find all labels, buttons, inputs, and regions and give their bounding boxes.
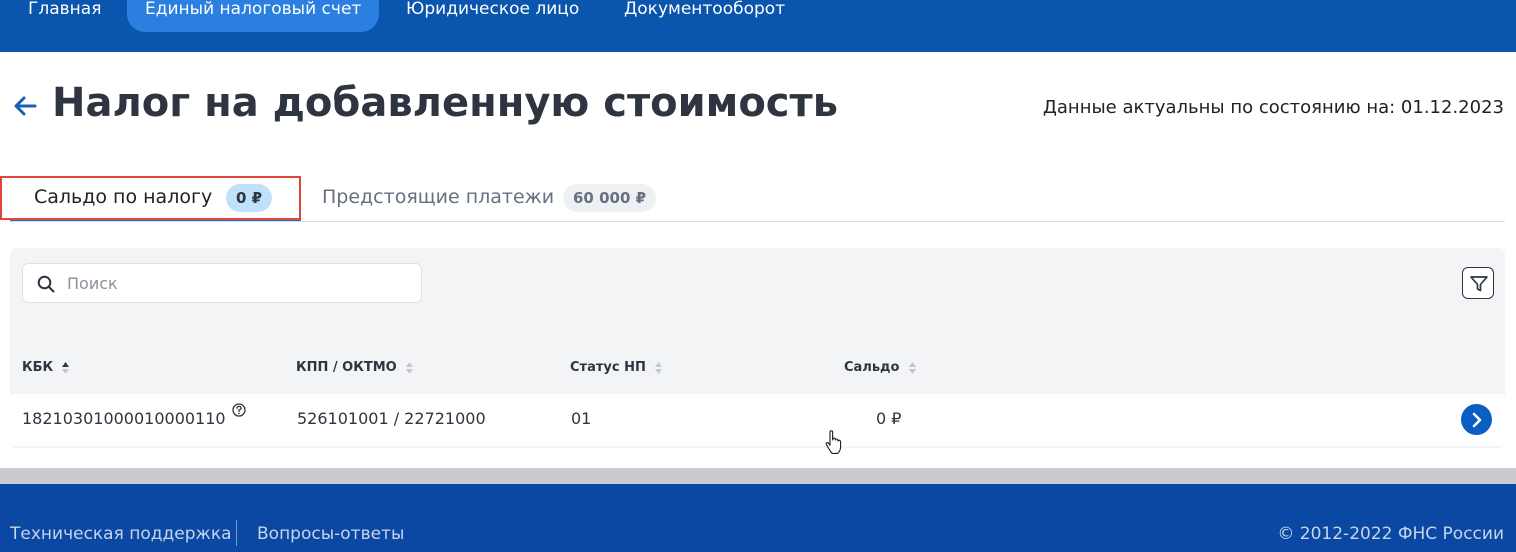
- column-header-kbk-label: КБК: [22, 360, 54, 375]
- top-navigation: Главная Единый налоговый счет Юридическо…: [0, 0, 1516, 52]
- search-box: [22, 263, 422, 303]
- column-header-saldo-label: Сальдо: [844, 360, 900, 375]
- kbk-cell: 18210301000010000110: [22, 403, 246, 428]
- arrow-left-icon[interactable]: [12, 92, 38, 120]
- column-header-kpp-oktmo-label: КПП / ОКТМО: [296, 360, 397, 375]
- nav-item-documents[interactable]: Документооборот: [624, 0, 785, 28]
- saldo-value: 0 ₽: [876, 409, 902, 428]
- status-value: 01: [571, 409, 592, 428]
- filter-icon: [1470, 276, 1488, 292]
- help-icon[interactable]: [231, 403, 246, 417]
- hand-cursor-icon: [825, 430, 843, 456]
- footer-link-support[interactable]: Техническая поддержка: [10, 524, 232, 544]
- tab-highlight-box: [0, 176, 301, 220]
- page-gap: [0, 468, 1516, 484]
- tab-upcoming-payments[interactable]: Предстоящие платежи: [322, 186, 554, 208]
- tab-upcoming-payments-badge: 60 000 ₽: [563, 184, 657, 212]
- balance-panel: КБК КПП / ОКТМО Статус НП Сальдо 1821030…: [10, 248, 1505, 448]
- kbk-value: 18210301000010000110: [22, 409, 226, 428]
- sort-icon: [654, 361, 662, 374]
- column-header-kbk[interactable]: КБК: [22, 360, 70, 375]
- sort-ascending-icon: [62, 361, 70, 374]
- nav-item-legal-entity[interactable]: Юридическое лицо: [406, 0, 579, 28]
- footer: Техническая поддержка Вопросы-ответы © 2…: [0, 484, 1516, 552]
- chevron-right-icon: [1472, 412, 1482, 428]
- footer-link-faq[interactable]: Вопросы-ответы: [257, 524, 404, 544]
- sort-icon: [908, 361, 916, 374]
- column-header-status[interactable]: Статус НП: [570, 360, 663, 375]
- nav-item-tax-account[interactable]: Единый налоговый счет: [127, 0, 380, 32]
- column-header-status-label: Статус НП: [570, 360, 646, 375]
- sort-icon: [405, 361, 413, 374]
- column-header-saldo[interactable]: Сальдо: [844, 360, 917, 375]
- copyright: © 2012-2022 ФНС России: [1277, 524, 1504, 544]
- open-details-button[interactable]: [1461, 404, 1492, 435]
- filter-button[interactable]: [1462, 267, 1494, 299]
- search-input[interactable]: [67, 264, 407, 302]
- footer-divider: [236, 520, 237, 546]
- page-title: Налог на добавленную стоимость: [52, 80, 838, 126]
- nav-item-home[interactable]: Главная: [28, 0, 101, 28]
- kpp-oktmo-value: 526101001 / 22721000: [297, 409, 486, 428]
- search-icon: [37, 275, 55, 293]
- table-row[interactable]: 18210301000010000110 526101001 / 2272100…: [10, 394, 1505, 446]
- column-header-kpp-oktmo[interactable]: КПП / ОКТМО: [296, 360, 414, 375]
- actual-date-label: Данные актуальны по состоянию на: 01.12.…: [1042, 97, 1504, 118]
